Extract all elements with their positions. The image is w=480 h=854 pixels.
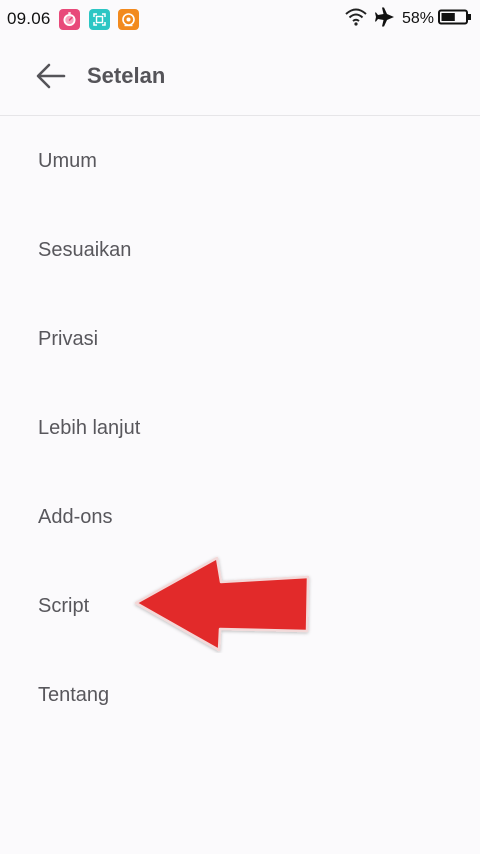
app-bar: Setelan bbox=[0, 38, 480, 116]
wifi-icon bbox=[344, 7, 368, 32]
menu-item-lebih-lanjut[interactable]: Lebih lanjut bbox=[0, 383, 480, 472]
screenshot-app-icon bbox=[89, 9, 110, 30]
page-title: Setelan bbox=[87, 63, 166, 88]
menu-item-label: Sesuaikan bbox=[38, 239, 132, 261]
menu-item-label: Add-ons bbox=[38, 506, 113, 528]
menu-item-label: Lebih lanjut bbox=[38, 417, 141, 439]
menu-item-label: Umum bbox=[38, 150, 97, 172]
menu-item-label: Tentang bbox=[38, 684, 110, 706]
menu-item-script[interactable]: Script bbox=[0, 561, 480, 650]
settings-menu: Umum Sesuaikan Privasi Lebih lanjut Add-… bbox=[0, 116, 480, 739]
status-icons: 58% bbox=[344, 7, 472, 31]
airplane-mode-icon bbox=[374, 6, 396, 33]
menu-item-label: Privasi bbox=[38, 328, 99, 350]
battery-percent: 58% bbox=[401, 10, 434, 27]
status-time: 09.06 bbox=[7, 9, 51, 28]
menu-item-tentang[interactable]: Tentang bbox=[0, 650, 480, 739]
battery-icon bbox=[438, 9, 472, 30]
menu-item-sesuaikan[interactable]: Sesuaikan bbox=[0, 205, 480, 294]
timer-app-icon bbox=[59, 9, 80, 30]
menu-item-add-ons[interactable]: Add-ons bbox=[0, 472, 480, 561]
camera-app-icon bbox=[118, 9, 139, 30]
back-button[interactable] bbox=[30, 58, 70, 94]
menu-item-label: Script bbox=[38, 595, 90, 617]
menu-item-umum[interactable]: Umum bbox=[0, 116, 480, 205]
status-bar: 09.06 58% bbox=[0, 0, 480, 38]
menu-item-privasi[interactable]: Privasi bbox=[0, 294, 480, 383]
arrow-left-icon bbox=[36, 63, 66, 89]
